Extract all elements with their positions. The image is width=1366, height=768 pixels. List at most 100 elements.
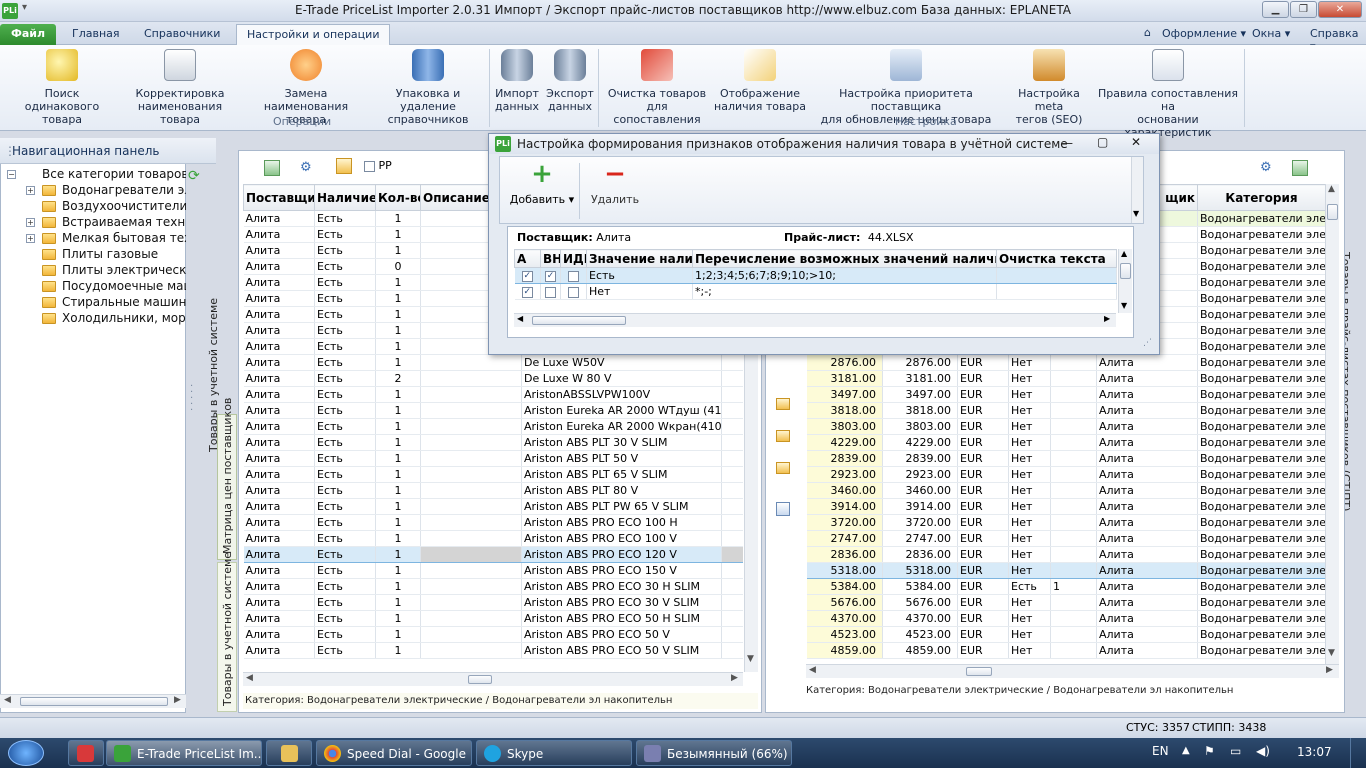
table-row[interactable]: 5318.00 5318.00 EUR Нет Алита Водонагреватели… (806, 562, 1325, 579)
table-cell[interactable]: Алита (243, 594, 315, 611)
table-cell[interactable]: Алита (1096, 562, 1198, 579)
pp-checkbox[interactable]: PP (364, 159, 392, 172)
table-cell[interactable]: Алита (243, 242, 315, 259)
table-cell[interactable]: Есть (314, 290, 376, 307)
table-cell[interactable]: Водонагреватели электр (1197, 242, 1325, 259)
table-cell[interactable] (420, 482, 522, 499)
table-cell[interactable]: Водонагреватели электр (1197, 434, 1325, 451)
table-cell[interactable]: Есть (314, 562, 376, 579)
table-cell[interactable]: 5676.00 (806, 594, 883, 611)
table-cell[interactable]: 4859.00 (882, 642, 958, 659)
taskbar-item-paint[interactable]: Безымянный (66%) ... (636, 740, 792, 766)
table-cell[interactable]: 1 (375, 626, 421, 643)
table-cell[interactable] (1050, 402, 1097, 419)
table-cell[interactable] (420, 402, 522, 419)
table-cell[interactable]: Нет (1008, 450, 1051, 467)
pp-checkbox-box[interactable] (364, 160, 375, 172)
table-row[interactable]: Алита Есть 1 Ariston Eureka AR 2000 Wкран(4… (243, 418, 743, 435)
table-cell[interactable] (721, 562, 743, 579)
right-grid-hscroll[interactable]: ◀ ▶ (806, 664, 1339, 678)
table-cell[interactable]: 3497.00 (806, 386, 883, 403)
table-cell[interactable]: Алита (1096, 610, 1198, 627)
rule-list[interactable]: 1;2;3;4;5;6;7;8;9;10;>10; (692, 267, 997, 284)
show-desktop-button[interactable] (1350, 738, 1366, 768)
scroll-up-icon[interactable]: ▲ (1121, 249, 1127, 258)
table-cell[interactable]: EUR (957, 578, 1009, 595)
table-cell[interactable]: Водонагреватели электр (1197, 514, 1325, 531)
table-cell[interactable]: 1 (375, 450, 421, 467)
table-cell[interactable]: Есть (314, 306, 376, 323)
table-row[interactable]: 3914.00 3914.00 EUR Нет Алита Водонагреватели… (806, 498, 1325, 515)
checkbox-idn[interactable] (568, 286, 579, 298)
table-cell[interactable]: EUR (957, 450, 1009, 467)
table-cell[interactable]: Алита (243, 546, 315, 563)
table-cell[interactable] (1050, 642, 1097, 659)
rule-row[interactable]: ✓ Нет *;-; (514, 283, 1117, 300)
scroll-up-icon[interactable]: ▲ (1328, 184, 1335, 194)
table-cell[interactable]: 3720.00 (806, 514, 883, 531)
table-row[interactable]: Алита Есть 1 Ariston ABS PLT 30 V SLIM (243, 434, 743, 451)
table-row[interactable]: Алита Есть 1 Ariston ABS PRO ECO 30 H SLIM (243, 578, 743, 595)
table-cell[interactable]: Ariston ABS PRO ECO 100 H (521, 514, 722, 531)
table-row[interactable]: Алита Есть 1 Ariston ABS PRO ECO 50 V (243, 626, 743, 643)
table-cell[interactable]: EUR (957, 370, 1009, 387)
table-cell[interactable]: 1 (375, 434, 421, 451)
rule-value[interactable]: Нет (586, 283, 693, 300)
table-cell[interactable]: Ariston ABS PLT 65 V SLIM (521, 466, 722, 483)
table-cell[interactable]: 2876.00 (882, 354, 958, 371)
table-cell[interactable]: Водонагреватели электр (1197, 530, 1325, 547)
table-cell[interactable]: Ariston ABS PRO ECO 30 V SLIM (521, 594, 722, 611)
table-cell[interactable] (420, 514, 522, 531)
table-cell[interactable] (721, 530, 743, 547)
table-cell[interactable]: Ariston ABS PLT 50 V (521, 450, 722, 467)
table-cell[interactable]: EUR (957, 402, 1009, 419)
resize-grip-icon[interactable]: ⋰ (1143, 338, 1152, 348)
table-cell[interactable] (420, 370, 522, 387)
col-values-list[interactable]: Перечисление возможных значений наличия (692, 249, 997, 268)
table-row[interactable]: 5384.00 5384.00 EUR Есть 1 Алита Водонагревате… (806, 578, 1325, 595)
col-idn[interactable]: ИДН (560, 249, 587, 268)
table-cell[interactable] (420, 434, 522, 451)
table-row[interactable]: Алита Есть 1 De Luxe W50V (243, 354, 743, 371)
table-cell[interactable] (1050, 466, 1097, 483)
close-button[interactable]: ✕ (1318, 1, 1362, 18)
table-cell[interactable]: 0 (375, 258, 421, 275)
scroll-right-icon[interactable]: ▶ (731, 673, 738, 683)
table-cell[interactable]: Водонагреватели электр (1197, 626, 1325, 643)
table-row[interactable]: 4370.00 4370.00 EUR Нет Алита Водонагреватели… (806, 610, 1325, 627)
table-cell[interactable]: Алита (243, 498, 315, 515)
table-cell[interactable]: 1 (375, 418, 421, 435)
table-cell[interactable] (1050, 482, 1097, 499)
table-cell[interactable]: Есть (314, 434, 376, 451)
table-cell[interactable]: Алита (243, 274, 315, 291)
table-cell[interactable] (420, 386, 522, 403)
table-row[interactable]: 2747.00 2747.00 EUR Нет Алита Водонагреватели… (806, 530, 1325, 547)
table-cell[interactable]: EUR (957, 354, 1009, 371)
table-cell[interactable]: Ariston ABS PLT 30 V SLIM (521, 434, 722, 451)
table-cell[interactable]: Ariston Eureka AR 2000 Wкран(410631) (521, 418, 722, 435)
table-cell[interactable]: 1 (375, 210, 421, 227)
table-cell[interactable]: EUR (957, 514, 1009, 531)
checkbox-cell[interactable] (560, 267, 587, 284)
vtab-price-matrix[interactable]: Матрица цен поставщиков (221, 398, 234, 554)
col-category[interactable]: Категория (1197, 184, 1325, 211)
table-cell[interactable]: Ariston ABS PRO ECO 150 V (521, 562, 722, 579)
minimize-button[interactable]: ▁ (1262, 1, 1289, 18)
table-row[interactable]: 3818.00 3818.00 EUR Нет Алита Водонагреватели… (806, 402, 1325, 419)
folder-open-icon[interactable] (776, 398, 790, 410)
table-cell[interactable]: Водонагреватели электр (1197, 450, 1325, 467)
table-cell[interactable] (420, 562, 522, 579)
table-cell[interactable]: 3914.00 (806, 498, 883, 515)
table-cell[interactable] (420, 578, 522, 595)
table-cell[interactable]: 5676.00 (882, 594, 958, 611)
table-cell[interactable]: 5318.00 (806, 562, 883, 579)
table-cell[interactable] (1050, 514, 1097, 531)
scroll-left-icon[interactable]: ◀ (246, 673, 253, 683)
table-cell[interactable]: 2747.00 (806, 530, 883, 547)
table-cell[interactable]: 1 (375, 482, 421, 499)
table-cell[interactable]: Алита (1096, 354, 1198, 371)
table-row[interactable]: 4523.00 4523.00 EUR Нет Алита Водонагреватели… (806, 626, 1325, 643)
table-cell[interactable] (420, 626, 522, 643)
clock[interactable]: 13:07 (1297, 745, 1332, 759)
table-cell[interactable]: 1 (375, 306, 421, 323)
